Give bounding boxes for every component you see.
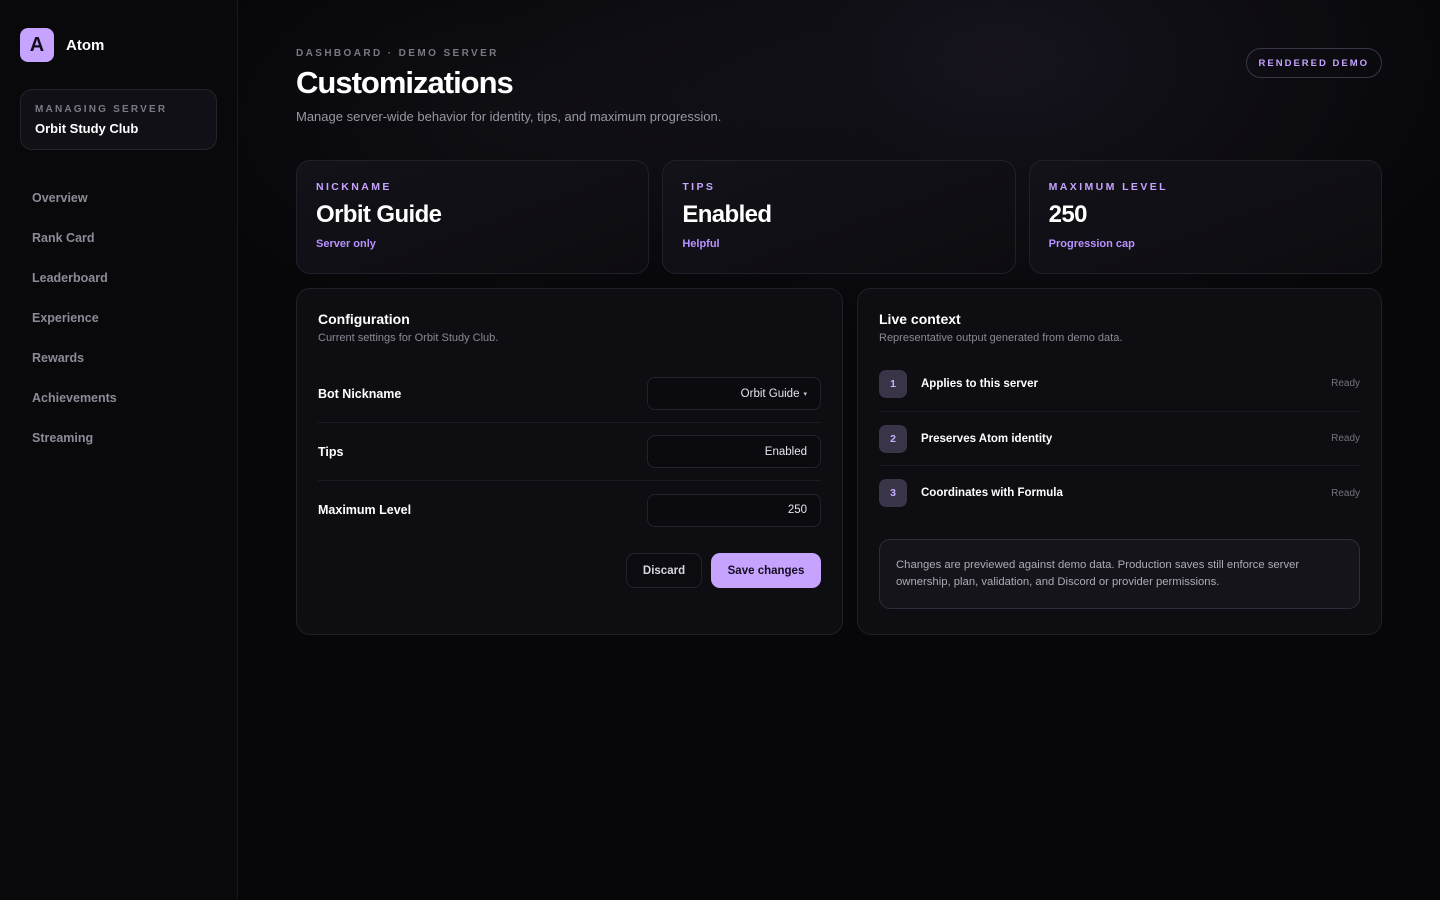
list-item-label: Preserves Atom identity xyxy=(921,432,1053,445)
field-value: Enabled xyxy=(764,445,807,458)
status-text: Ready xyxy=(1331,378,1360,389)
tips-field[interactable]: Enabled xyxy=(647,435,821,468)
page-title: Customizations xyxy=(296,65,514,100)
stats-row: NICKNAME Orbit Guide Server only TIPS En… xyxy=(296,160,1382,274)
stat-note: Server only xyxy=(316,238,376,250)
list-item-label: Coordinates with Formula xyxy=(921,487,1063,499)
panel-title: Configuration xyxy=(318,311,410,327)
list-item: 2 Preserves Atom identity Ready xyxy=(879,412,1360,466)
stat-note: Helpful xyxy=(682,238,720,250)
field-label: Tips xyxy=(318,444,344,459)
bot-nickname-select[interactable]: Orbit Guide ▾ xyxy=(647,377,821,410)
step-number-badge: 2 xyxy=(879,424,907,453)
field-row-bot-nickname: Bot Nickname Orbit Guide ▾ xyxy=(318,365,821,423)
page-subtitle: Manage server-wide behavior for identity… xyxy=(296,109,722,124)
stat-value: 250 xyxy=(1048,201,1088,228)
panel-subtitle: Current settings for Orbit Study Club. xyxy=(318,332,499,344)
rendered-demo-badge: RENDERED DEMO xyxy=(1245,48,1382,78)
stat-value: Orbit Guide xyxy=(316,201,442,228)
select-value: Orbit Guide xyxy=(740,387,800,400)
server-selector[interactable]: MANAGING SERVER Orbit Study Club xyxy=(20,89,217,150)
field-label: Bot Nickname xyxy=(318,386,402,401)
stat-kicker: MAXIMUM LEVEL xyxy=(1048,181,1168,193)
maximum-level-field[interactable]: 250 xyxy=(647,493,821,527)
chevron-down-icon: ▾ xyxy=(803,390,807,398)
list-item-label: Applies to this server xyxy=(921,378,1038,390)
sidebar-item-achievements[interactable]: Achievements xyxy=(20,378,217,418)
save-changes-button[interactable]: Save changes xyxy=(711,553,821,588)
stat-value: Enabled xyxy=(682,201,772,228)
breadcrumb: DASHBOARD · DEMO SERVER xyxy=(296,48,499,59)
page-header: DASHBOARD · DEMO SERVER Customizations M… xyxy=(296,48,1382,160)
server-name: Orbit Study Club xyxy=(35,121,139,136)
field-row-tips: Tips Enabled xyxy=(318,423,821,481)
live-context-panel: Live context Representative output gener… xyxy=(857,288,1382,635)
panels-row: Configuration Current settings for Orbit… xyxy=(296,288,1382,635)
stat-note: Progression cap xyxy=(1048,238,1135,250)
sidebar-item-streaming[interactable]: Streaming xyxy=(20,418,217,458)
status-text: Ready xyxy=(1331,487,1360,499)
sidebar: A Atom MANAGING SERVER Orbit Study Club … xyxy=(0,0,238,900)
atom-logo-icon: A xyxy=(20,28,54,62)
discard-button[interactable]: Discard xyxy=(626,553,702,588)
sidebar-item-rank-card[interactable]: Rank Card xyxy=(20,218,217,258)
step-number-badge: 3 xyxy=(879,479,907,507)
step-number-badge: 1 xyxy=(879,370,907,398)
brand[interactable]: A Atom xyxy=(20,28,217,62)
sidebar-item-experience[interactable]: Experience xyxy=(20,298,217,338)
field-label: Maximum Level xyxy=(318,503,412,517)
app-window: A Atom MANAGING SERVER Orbit Study Club … xyxy=(0,0,1440,900)
stat-card-nickname: NICKNAME Orbit Guide Server only xyxy=(296,160,650,274)
sidebar-item-overview[interactable]: Overview xyxy=(20,178,217,218)
sidebar-nav: Overview Rank Card Leaderboard Experienc… xyxy=(20,178,217,458)
form-actions: Discard Save changes xyxy=(318,553,821,588)
stat-kicker: NICKNAME xyxy=(316,181,392,193)
panel-title: Live context xyxy=(879,311,961,327)
brand-name: Atom xyxy=(66,36,105,54)
panel-subtitle: Representative output generated from dem… xyxy=(879,332,1123,344)
field-row-maximum-level: Maximum Level 250 xyxy=(318,481,821,539)
sidebar-item-rewards[interactable]: Rewards xyxy=(20,338,217,378)
configuration-form: Bot Nickname Orbit Guide ▾ Tips Enabled xyxy=(318,365,821,539)
list-item: 3 Coordinates with Formula Ready xyxy=(879,466,1360,520)
preview-notice: Changes are previewed against demo data.… xyxy=(879,539,1360,609)
field-value: 250 xyxy=(787,504,807,516)
list-item: 1 Applies to this server Ready xyxy=(879,370,1360,412)
status-text: Ready xyxy=(1331,433,1360,444)
stat-card-tips: TIPS Enabled Helpful xyxy=(662,160,1016,274)
main-content: DASHBOARD · DEMO SERVER Customizations M… xyxy=(238,0,1440,900)
configuration-panel: Configuration Current settings for Orbit… xyxy=(296,288,843,635)
server-kicker: MANAGING SERVER xyxy=(35,104,168,115)
context-list: 1 Applies to this server Ready 2 Preserv… xyxy=(879,370,1360,520)
stat-kicker: TIPS xyxy=(682,181,716,193)
stat-card-maximum-level: MAXIMUM LEVEL 250 Progression cap xyxy=(1028,160,1382,274)
sidebar-item-leaderboard[interactable]: Leaderboard xyxy=(20,258,217,298)
